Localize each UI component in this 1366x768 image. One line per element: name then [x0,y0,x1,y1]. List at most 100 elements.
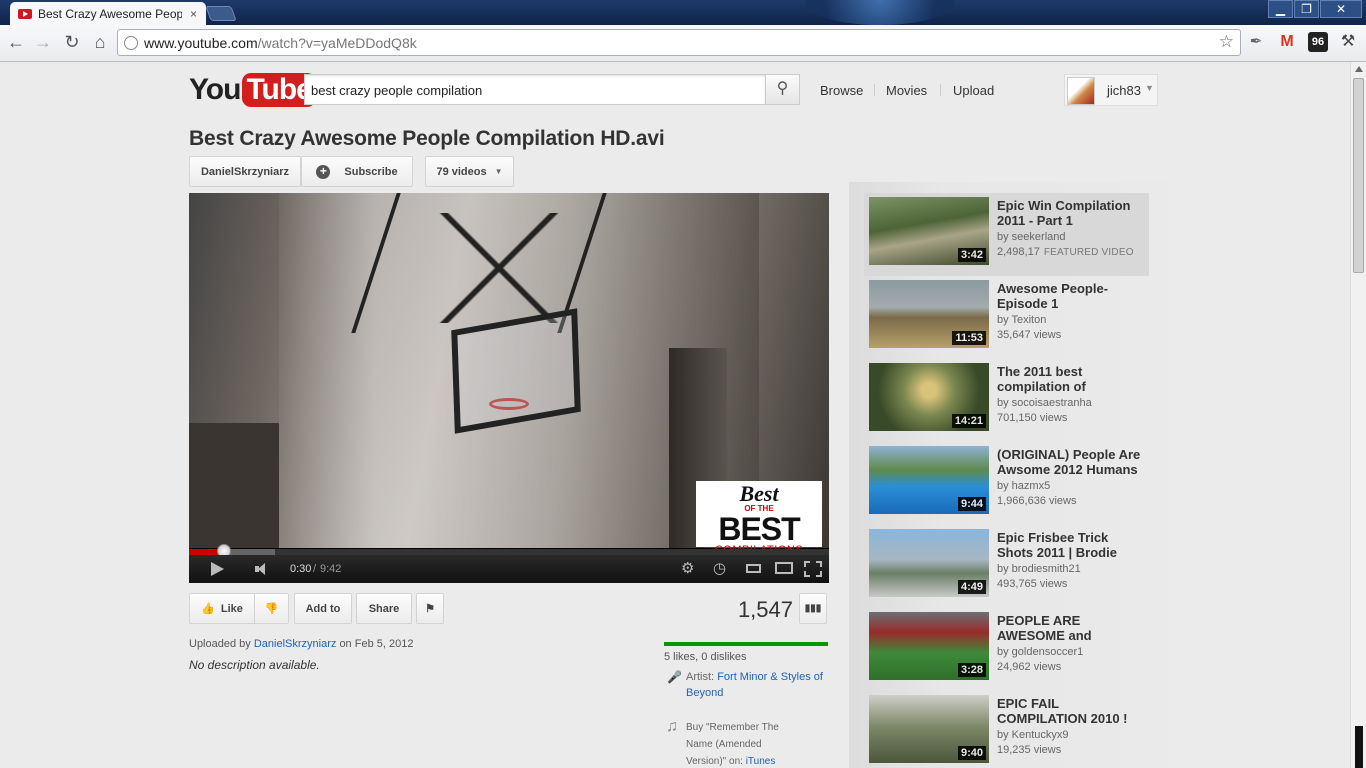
time-current: 0:30 [290,563,312,575]
watch-later-clock-icon[interactable]: ◷ [713,560,726,577]
itunes-link[interactable]: iTunes [746,756,776,767]
channel-button[interactable]: DanielSkrzyniarz [189,156,301,187]
fullscreen-icon[interactable] [804,561,822,577]
logo-text-you: You [189,73,241,106]
related-video-title[interactable]: (ORIGINAL) People Are Awsome 2012 Humans [997,447,1147,477]
related-video-title[interactable]: Epic Win Compilation 2011 - Part 1 [997,198,1147,228]
bar-chart-icon: ▮▮▮ [804,603,822,614]
video-frame[interactable]: Best OF THE BEST COMPILATIONS [189,193,829,556]
related-video-item[interactable]: 11:53 Awesome People- Episode 1 by Texit… [864,276,1149,359]
eyedropper-extension-icon[interactable]: ✒ [1246,32,1266,52]
window-maximize-button[interactable]: ❐ [1294,0,1319,18]
related-video-author: by brodiesmith21 [997,563,1081,575]
uploader-link[interactable]: DanielSkrzyniarz [254,638,337,650]
related-video-item[interactable]: 4:49 Epic Frisbee Trick Shots 2011 | Bro… [864,525,1149,608]
related-video-item[interactable]: 9:40 EPIC FAIL COMPILATION 2010 ! by Ken… [864,691,1149,768]
small-player-icon[interactable] [746,564,761,573]
scrollbar-thumb[interactable] [1353,78,1364,273]
youtube-watch-page: You Tube best crazy people compilation ⚲ … [0,62,1350,768]
artist-label: Artist: [686,671,715,683]
flag-button[interactable]: ⚑ [416,593,444,624]
dislike-button[interactable]: 👎 [254,593,289,624]
watermark-best: Best [739,481,779,506]
volume-icon[interactable] [255,563,267,575]
related-video-views: 24,962 views [997,661,1062,673]
search-button[interactable]: ⚲ [765,74,800,105]
gmail-extension-icon[interactable]: M [1277,32,1297,52]
add-to-button[interactable]: Add to [294,593,352,624]
globe-icon [124,36,138,50]
related-video-title[interactable]: Awesome People- Episode 1 [997,281,1147,311]
account-menu-button[interactable]: jich83 ▼ [1064,74,1158,106]
gear-icon[interactable]: ⚙ [681,560,694,577]
related-video-item[interactable]: 3:28 PEOPLE ARE AWESOME and by goldensoc… [864,608,1149,691]
subscribe-button[interactable]: + Subscribe [301,156,413,187]
reload-icon[interactable]: ↻ [61,31,83,53]
buy-info: Buy "Remember The Name (Amended Version)… [686,719,796,768]
chevron-down-icon: ▼ [1145,83,1154,93]
play-icon[interactable] [211,562,224,576]
browser-tab-active[interactable]: Best Crazy Awesome People × [10,2,206,25]
tab-close-icon[interactable]: × [190,7,197,21]
badge-extension-icon[interactable]: 96 [1308,32,1328,52]
thumbs-up-icon: 👍 [201,603,215,615]
video-thumbnail[interactable]: 3:42 [869,197,989,265]
video-duration: 4:49 [957,580,986,594]
window-minimize-button[interactable]: ▁ [1268,0,1293,18]
scroll-up-arrow-icon[interactable] [1355,66,1363,72]
statistics-button[interactable]: ▮▮▮ [799,593,827,624]
related-video-views: 2,498,17 FEATURED VIDEO [997,246,1134,258]
search-input[interactable]: best crazy people compilation [304,74,766,105]
related-video-title[interactable]: Epic Frisbee Trick Shots 2011 | Brodie [997,530,1147,560]
like-button[interactable]: 👍 Like [189,593,255,624]
video-thumbnail[interactable]: 11:53 [869,280,989,348]
related-video-title[interactable]: PEOPLE ARE AWESOME and [997,613,1147,643]
video-duration: 9:40 [957,746,986,760]
video-player[interactable]: Best OF THE BEST COMPILATIONS 0:30 / 9:4… [189,193,829,583]
video-scene-rim [489,398,529,410]
back-arrow-icon[interactable]: ← [5,31,27,53]
username: jich83 [1107,83,1141,98]
flag-icon: ⚑ [425,603,435,615]
video-thumbnail[interactable]: 9:44 [869,446,989,514]
thumbs-down-icon: 👎 [264,603,279,615]
youtube-logo[interactable]: You Tube [189,72,316,108]
home-icon[interactable]: ⌂ [89,31,111,53]
likes-dislikes-text: 5 likes, 0 dislikes [664,651,747,663]
window-close-button[interactable]: ✕ [1320,0,1362,18]
videos-count-label: 79 videos [436,165,487,178]
address-bar[interactable]: www.youtube.com/watch?v=yaMeDDodQ8k ☆ [117,29,1241,56]
featured-badge: FEATURED VIDEO [1043,247,1134,258]
related-video-views: 701,150 views [997,412,1068,424]
share-button[interactable]: Share [356,593,412,624]
nav-browse-link[interactable]: Browse [820,83,863,98]
related-video-item[interactable]: 3:42 Epic Win Compilation 2011 - Part 1 … [864,193,1149,276]
like-label: Like [220,602,243,615]
related-video-views: 1,966,636 views [997,495,1077,507]
video-thumbnail[interactable]: 9:40 [869,695,989,763]
bookmark-star-icon[interactable]: ☆ [1219,32,1234,52]
url-host: www.youtube.com [144,35,258,51]
video-thumbnail[interactable]: 14:21 [869,363,989,431]
channel-videos-dropdown[interactable]: 79 videos ▼ [425,156,514,187]
related-video-item[interactable]: 9:44 (ORIGINAL) People Are Awsome 2012 H… [864,442,1149,525]
video-scene-shadow [189,423,279,548]
related-video-views: 493,765 views [997,578,1068,590]
page-scrollbar[interactable] [1350,62,1366,768]
player-controls: 0:30 / 9:42 ⚙ ◷ [189,555,829,583]
video-watermark-logo: Best OF THE BEST COMPILATIONS [696,481,822,556]
video-thumbnail[interactable]: 4:49 [869,529,989,597]
video-thumbnail[interactable]: 3:28 [869,612,989,680]
large-player-icon[interactable] [775,562,793,574]
related-video-item[interactable]: 14:21 The 2011 best compilation of by so… [864,359,1149,442]
forward-arrow-icon[interactable]: → [32,31,54,53]
nav-separator [940,84,941,96]
nav-upload-link[interactable]: Upload [953,83,994,98]
related-video-title[interactable]: The 2011 best compilation of [997,364,1147,394]
related-video-title[interactable]: EPIC FAIL COMPILATION 2010 ! [997,696,1147,726]
new-tab-button[interactable] [205,6,237,21]
view-count: 1,547 [737,597,793,622]
nav-movies-link[interactable]: Movies [886,83,927,98]
watermark-best-caps: BEST [718,511,800,547]
wrench-menu-icon[interactable]: ⚒ [1338,32,1358,52]
